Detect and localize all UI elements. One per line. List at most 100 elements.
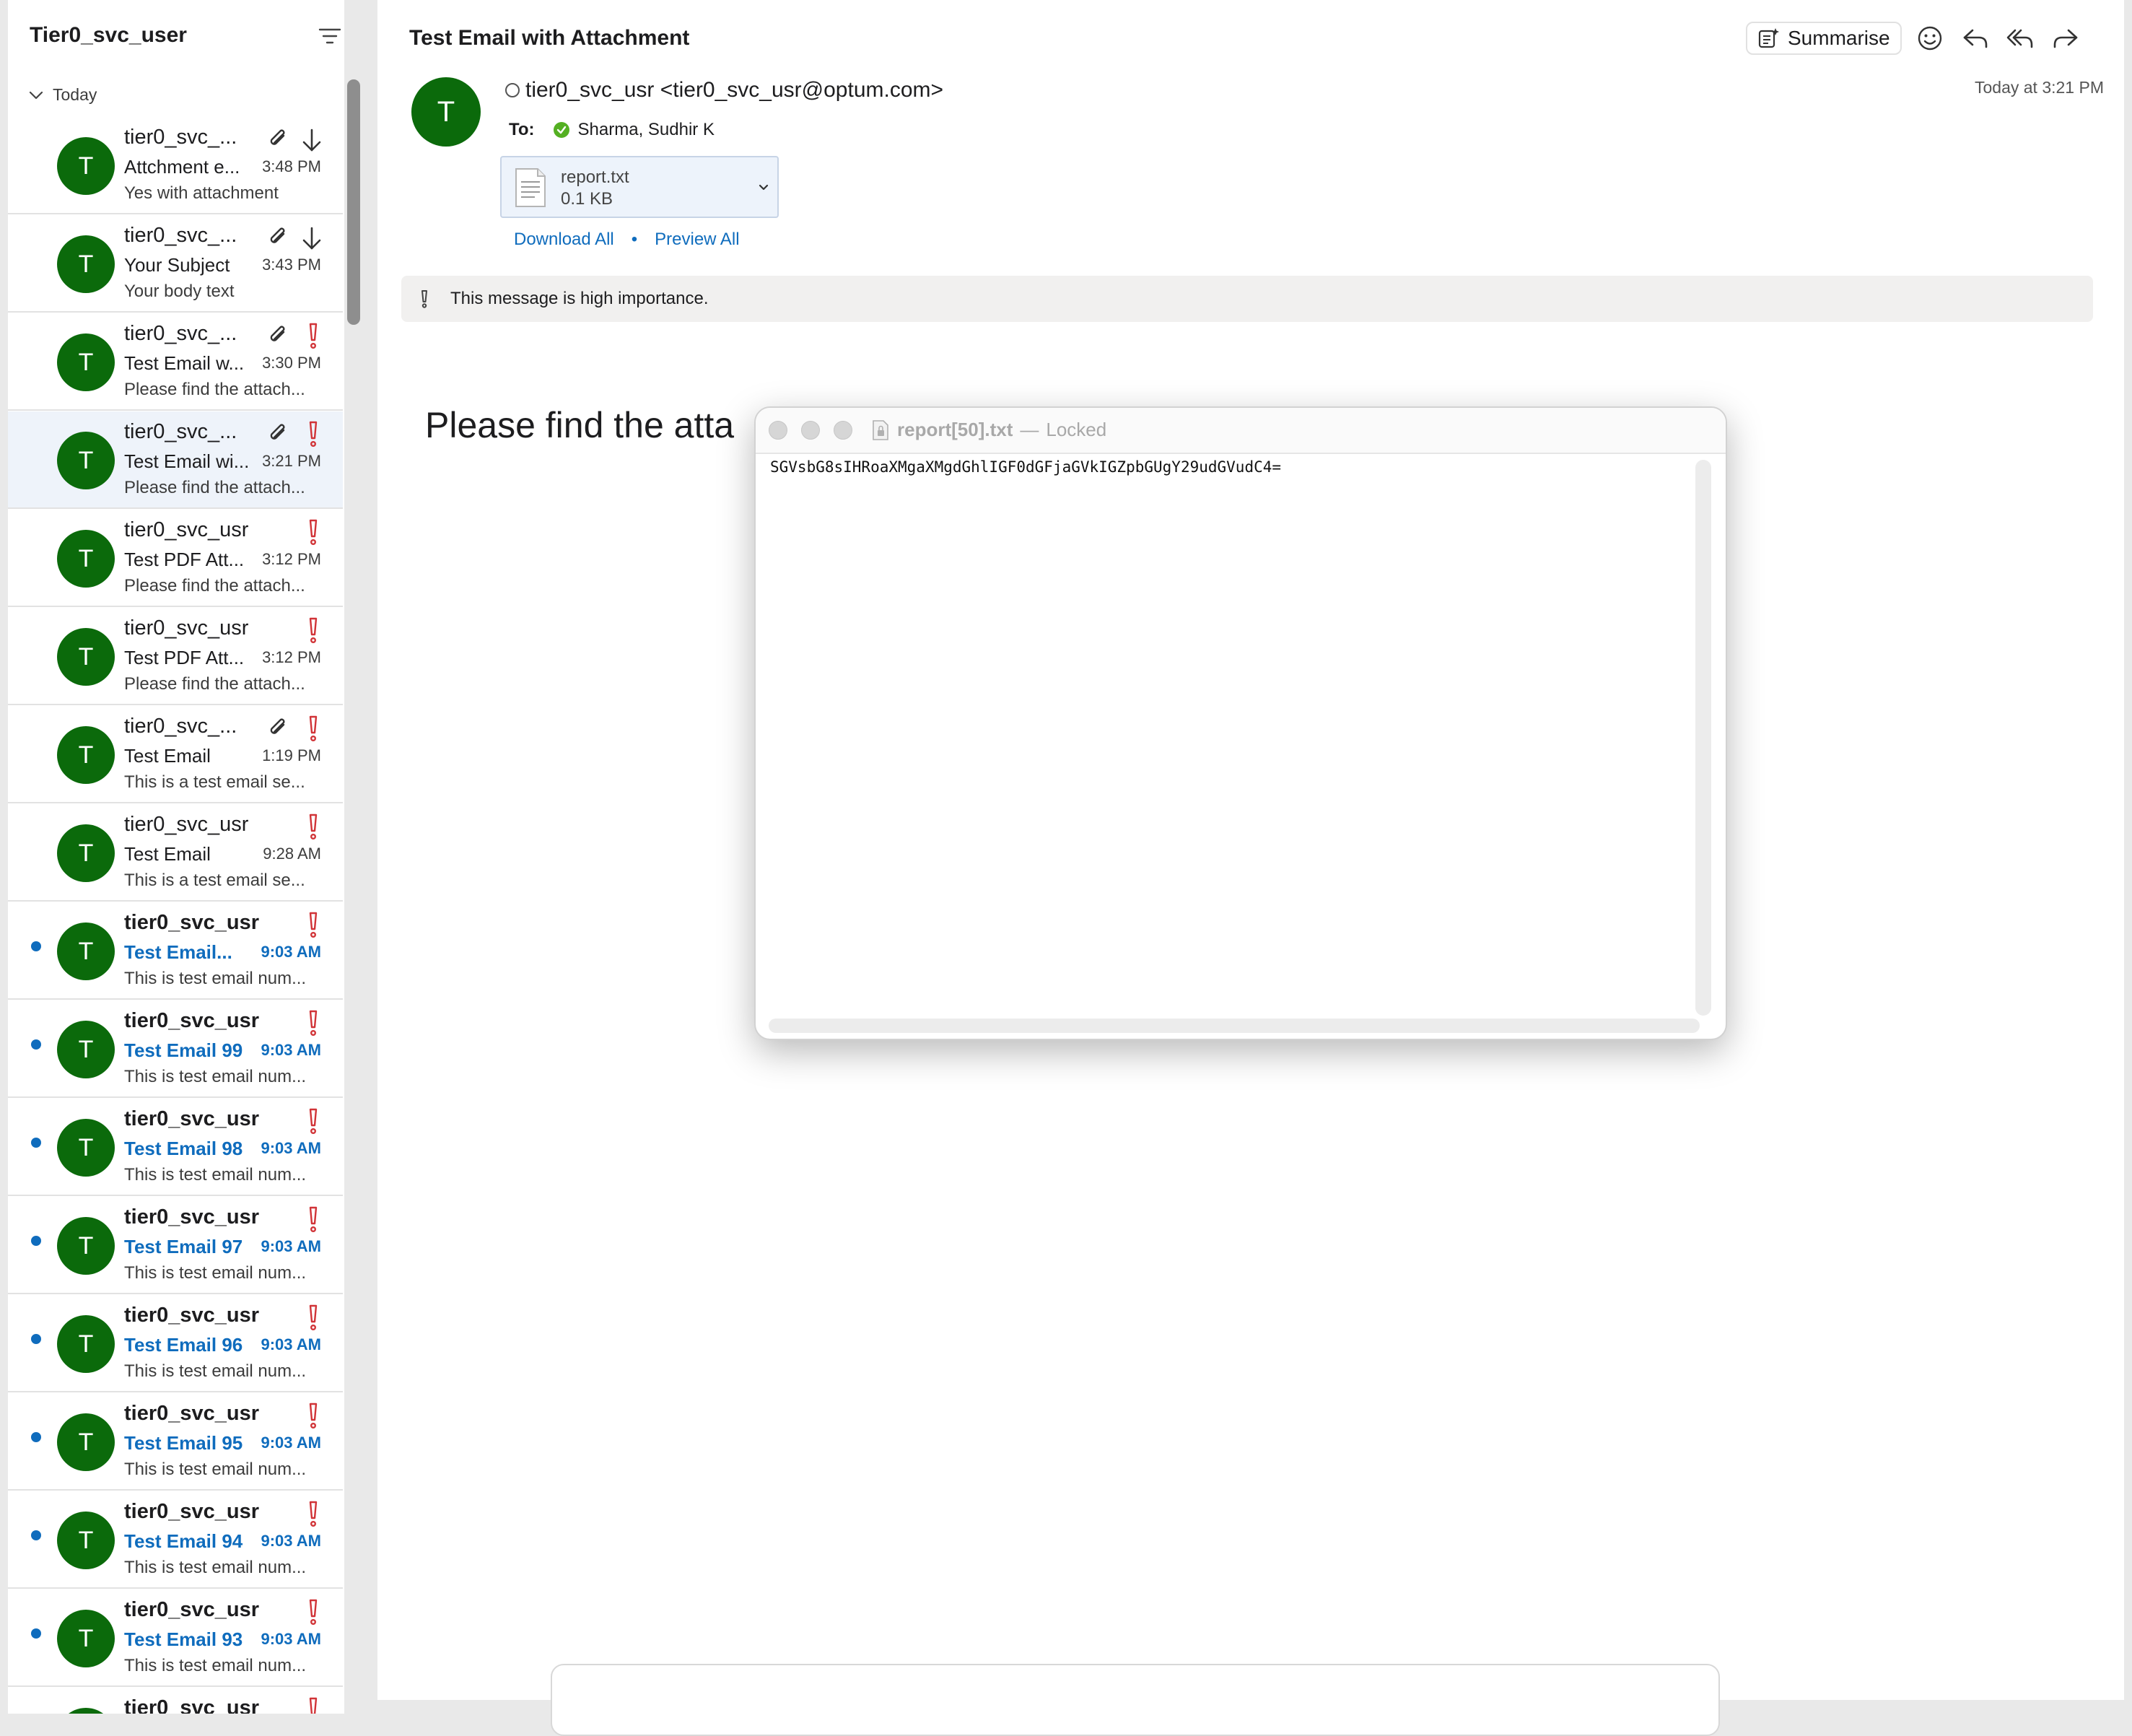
- high-importance-icon: [309, 1599, 318, 1626]
- reply-all-icon[interactable]: [2005, 23, 2035, 53]
- emoji-icon[interactable]: [1915, 23, 1945, 53]
- high-importance-icon: [309, 1206, 318, 1233]
- mail-list-item[interactable]: Ttier0_svc_... Attchment e... 3:48 PM Yes w…: [8, 117, 343, 214]
- mail-sender: tier0_svc_usr: [124, 813, 249, 836]
- mail-list-item[interactable]: Ttier0_svc_usr Test Email 94 9:03 AM This i…: [8, 1491, 343, 1589]
- mail-sender: tier0_svc_usr: [124, 1598, 260, 1621]
- mail-list-item[interactable]: Ttier0_svc_... Your Subject 3:43 PM Your bo…: [8, 215, 343, 313]
- mail-sender: tier0_svc_usr: [124, 518, 249, 541]
- mail-subject: Test Email w...: [124, 352, 245, 374]
- viewer-vertical-scrollbar[interactable]: [1695, 460, 1711, 1016]
- avatar: T: [57, 1512, 115, 1569]
- mail-list-item[interactable]: Ttier0_svc_usr Test Email 9:28 AM This is a…: [8, 804, 343, 902]
- mail-sender: tier0_svc_usr: [124, 616, 249, 640]
- mail-list-item[interactable]: Ttier0_svc_usr Test Email... 9:03 AM This i…: [8, 902, 343, 1000]
- unread-dot-icon: [31, 1628, 41, 1639]
- mail-subject: Test Email wi...: [124, 450, 250, 472]
- mail-list-item[interactable]: Ttier0_svc_... Test Email 1:19 PM This is a…: [8, 706, 343, 803]
- avatar: T: [57, 432, 115, 489]
- avatar: T: [57, 530, 115, 588]
- attachment-name: report.txt: [561, 167, 629, 187]
- mail-time: 3:12 PM: [262, 550, 321, 568]
- viewer-horizontal-scrollbar[interactable]: [769, 1019, 1700, 1033]
- mail-preview: This is a test email se...: [124, 772, 305, 792]
- sender-avatar[interactable]: T: [411, 77, 481, 147]
- mail-preview: This is test email num...: [124, 1656, 307, 1675]
- unread-dot-icon: [31, 1432, 41, 1442]
- mail-list-item[interactable]: Ttier0_svc_usr Test Email 97 9:03 AM This i…: [8, 1197, 343, 1294]
- importance-text: This message is high importance.: [450, 289, 709, 308]
- list-scrollbar[interactable]: [347, 79, 360, 325]
- mail-list-item[interactable]: Ttier0_svc_usr Test Email 99 9:03 AM This i…: [8, 1000, 343, 1098]
- viewer-titlebar[interactable]: report[50].txt — Locked: [756, 408, 1726, 454]
- avatar: T: [57, 137, 115, 195]
- mail-subject: Test Email 93: [124, 1628, 243, 1650]
- mail-sender: tier0_svc_...: [124, 322, 237, 345]
- mail-preview: This is a test email se...: [124, 871, 305, 890]
- mail-time: 3:43 PM: [262, 256, 321, 274]
- chevron-down-icon: [29, 91, 43, 99]
- mail-sender: tier0_svc_usr: [124, 1009, 260, 1032]
- mail-time: 3:30 PM: [262, 354, 321, 372]
- mail-list-item[interactable]: Ttier0_svc_usr Test Email 96 9:03 AM This i…: [8, 1295, 343, 1392]
- high-importance-icon: [309, 715, 318, 742]
- preview-all-link[interactable]: Preview All: [655, 230, 739, 250]
- sender-line: tier0_svc_usr <tier0_svc_usr@optum.com>: [505, 78, 943, 102]
- mail-time: 9:03 AM: [261, 1335, 321, 1353]
- mail-sender: tier0_svc_usr: [124, 1205, 260, 1229]
- attachment-card[interactable]: report.txt 0.1 KB: [500, 156, 779, 218]
- avatar: T: [57, 235, 115, 293]
- mail-sender: tier0_svc_...: [124, 224, 237, 247]
- importance-banner: This message is high importance.: [401, 276, 2093, 322]
- group-label: Today: [53, 85, 97, 104]
- paperclip-icon: [270, 227, 285, 243]
- text-file-icon: [515, 168, 546, 207]
- to-label: To:: [509, 120, 535, 139]
- reply-icon[interactable]: [1960, 23, 1991, 53]
- viewer-title: report[50].txt — Locked: [871, 419, 1106, 441]
- mail-preview: This is test email num...: [124, 1165, 307, 1185]
- mail-preview: This is test email num...: [124, 969, 307, 988]
- minimize-window-button[interactable]: [801, 421, 820, 440]
- mail-sender: tier0_svc_usr: [124, 1107, 260, 1130]
- high-importance-icon: [309, 1108, 318, 1135]
- high-importance-icon: [309, 617, 318, 644]
- viewer-filename: report[50].txt: [897, 419, 1013, 440]
- avatar: T: [57, 628, 115, 686]
- summarise-button[interactable]: Summarise: [1746, 22, 1902, 55]
- forward-icon[interactable]: [2050, 23, 2081, 53]
- mail-subject: Test PDF Att...: [124, 647, 245, 668]
- sender-address[interactable]: tier0_svc_usr <tier0_svc_usr@optum.com>: [525, 78, 943, 102]
- summarise-icon: [1758, 28, 1779, 48]
- filter-icon[interactable]: [318, 27, 341, 45]
- recipient-name[interactable]: Sharma, Sudhir K: [578, 120, 715, 140]
- mail-sender: tier0_svc_usr: [124, 1500, 260, 1523]
- mail-list-item[interactable]: Ttier0_svc_... Test Email w... 3:30 PM Plea…: [8, 313, 343, 411]
- chevron-down-icon[interactable]: [756, 179, 772, 195]
- mail-subject: Test Email 99: [124, 1039, 243, 1061]
- mail-subject: Test Email...: [124, 941, 232, 963]
- mail-list-item[interactable]: Ttier0_svc_usr Test PDF Att... 3:12 PM Plea…: [8, 608, 343, 705]
- download-all-link[interactable]: Download All: [514, 230, 614, 250]
- mail-list-item[interactable]: Ttier0_svc_usr Test Email 93 9:03 AM This i…: [8, 1589, 343, 1687]
- close-window-button[interactable]: [769, 421, 787, 440]
- mail-preview: This is test email num...: [124, 1361, 307, 1381]
- high-importance-icon: [309, 1304, 318, 1331]
- file-content[interactable]: SGVsbG8sIHRoaXMgaXMgdGhlIGF0dGFjaGVkIGZp…: [770, 453, 1705, 1021]
- mail-list-item[interactable]: Ttier0_svc_... Test Email wi... 3:21 PM Ple…: [8, 411, 343, 509]
- mail-list-item[interactable]: Ttier0_svc_usr: [8, 1688, 343, 1714]
- mail-list-item[interactable]: Ttier0_svc_usr Test PDF Att... 3:12 PM Plea…: [8, 510, 343, 607]
- high-importance-icon: [421, 290, 427, 308]
- mail-sender: tier0_svc_...: [124, 126, 237, 149]
- avatar: T: [57, 824, 115, 882]
- mail-preview: Please find the attach...: [124, 478, 305, 497]
- mail-list-item[interactable]: Ttier0_svc_usr Test Email 98 9:03 AM This i…: [8, 1099, 343, 1196]
- paperclip-icon: [270, 718, 285, 734]
- group-header-today[interactable]: Today: [28, 85, 97, 105]
- mail-preview: This is test email num...: [124, 1558, 307, 1577]
- mail-sender: tier0_svc_usr: [124, 911, 260, 934]
- zoom-window-button[interactable]: [834, 421, 852, 440]
- locked-file-icon: [873, 419, 888, 440]
- mail-list-item[interactable]: Ttier0_svc_usr Test Email 95 9:03 AM This i…: [8, 1393, 343, 1491]
- unread-dot-icon: [31, 1236, 41, 1246]
